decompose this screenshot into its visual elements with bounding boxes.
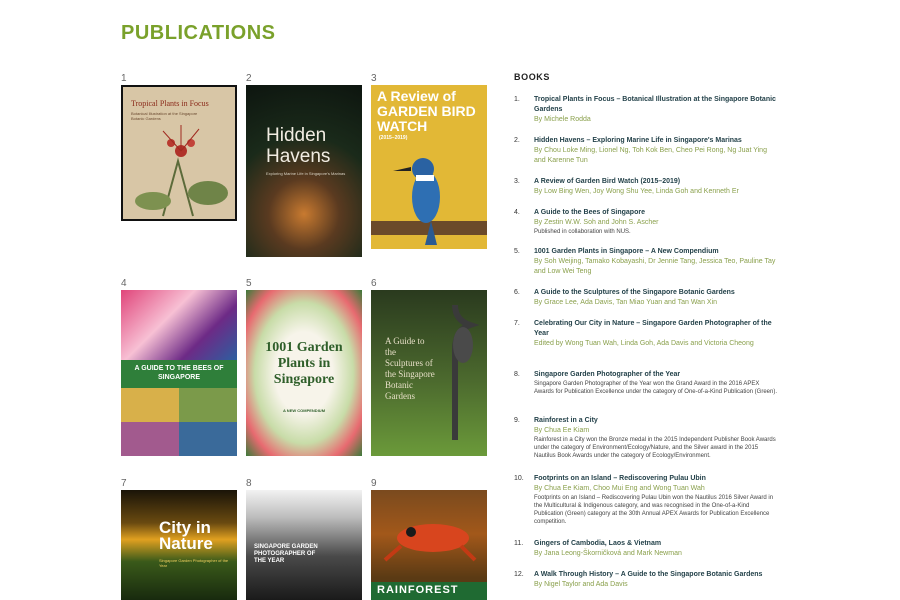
book-title-link[interactable]: Hidden Havens – Exploring Marine Life in… [534, 136, 780, 146]
book-title-link[interactable]: Singapore Garden Photographer of the Yea… [534, 370, 780, 380]
books-section-title: BOOKS [514, 72, 551, 82]
book-author: By Jana Leong-Škorničková and Mark Newma… [534, 550, 682, 557]
flower-illustration [135, 125, 228, 217]
book-description: Singapore Garden Photographer of the Yea… [534, 381, 778, 395]
cover-subtitle: Botanical Illustration at the Singapore … [131, 111, 198, 121]
cover-title: RAINFOREST [377, 584, 459, 596]
book-author: By Michele Rodda [534, 116, 591, 123]
book-list-item: 3. A Review of Garden Bird Watch (2015–2… [514, 177, 780, 197]
book-list-item: 1. Tropical Plants in Focus – Botanical … [514, 95, 780, 125]
cover-number: 9 [371, 478, 377, 489]
book-cover-image[interactable]: City in Nature Singapore Garden Photogra… [121, 490, 237, 600]
cover-title: A Review of GARDEN BIRD WATCH [377, 88, 476, 134]
book-title-link[interactable]: Footprints on an Island – Rediscovering … [534, 474, 780, 484]
book-list-item: 8. Singapore Garden Photographer of the … [514, 370, 780, 396]
book-cover-item[interactable]: 1 Tropical Plants in Focus Botanical Ill… [121, 73, 237, 221]
book-author: By Nigel Taylor and Ada Davis [534, 581, 628, 588]
book-title-link[interactable]: Rainforest in a City [534, 416, 780, 426]
sculpture-illustration [452, 304, 480, 440]
book-number: 12. [514, 571, 524, 578]
cover-number: 5 [246, 278, 252, 289]
book-cover-image[interactable]: A Guide to the Sculptures of the Singapo… [371, 290, 487, 456]
book-author: By Soh Weijing, Tamako Kobayashi, Dr Jen… [534, 258, 776, 275]
book-cover-item[interactable]: 6 A Guide to the Sculptures of the Singa… [371, 278, 487, 456]
book-title-link[interactable]: A Guide to the Bees of Singapore [534, 208, 780, 218]
book-list-item: 2. Hidden Havens – Exploring Marine Life… [514, 136, 780, 166]
cover-title: SINGAPORE GARDEN PHOTOGRAPHER OF THE YEA… [254, 544, 318, 564]
book-list-item: 5. 1001 Garden Plants in Singapore – A N… [514, 247, 780, 277]
book-list-item: 7. Celebrating Our City in Nature – Sing… [514, 319, 780, 349]
book-cover-image[interactable]: Tropical Plants in Focus Botanical Illus… [121, 85, 237, 221]
cover-subtitle: A NEW COMPENDIUM [282, 408, 326, 413]
book-title-link[interactable]: A Review of Garden Bird Watch (2015–2019… [534, 177, 780, 187]
book-title-link[interactable]: A Walk Through History – A Guide to the … [534, 570, 780, 580]
book-author: By Chou Loke Ming, Lionel Ng, Toh Kok Be… [534, 147, 767, 164]
book-cover-item[interactable]: 2 Hidden Havens Exploring Marine Life in… [246, 73, 362, 257]
book-cover-item[interactable]: 7 City in Nature Singapore Garden Photog… [121, 478, 237, 600]
book-list-item: 12. A Walk Through History – A Guide to … [514, 570, 780, 590]
book-description: Rainforest in a City won the Bronze meda… [534, 437, 776, 459]
cover-number: 2 [246, 73, 252, 84]
cover-title: Tropical Plants in Focus [131, 99, 209, 108]
book-number: 11. [514, 540, 524, 547]
book-cover-item[interactable]: 9 RAINFOREST [371, 478, 487, 600]
cover-number: 7 [121, 478, 127, 489]
book-number: 10. [514, 475, 524, 482]
cover-title: City in Nature [159, 518, 213, 553]
book-cover-item[interactable]: 3 A Review of GARDEN BIRD WATCH (2015–20… [371, 73, 487, 249]
book-author: By Chua Ee Kiam [534, 427, 590, 434]
cover-number: 8 [246, 478, 252, 489]
book-number: 3. [514, 178, 520, 185]
cover-subtitle: Singapore Garden Photographer of the Yea… [159, 558, 229, 568]
book-author: By Grace Lee, Ada Davis, Tan Miao Yuan a… [534, 299, 718, 306]
book-cover-image[interactable]: RAINFOREST [371, 490, 487, 600]
book-title-link[interactable]: Gingers of Cambodia, Laos & Vietnam [534, 539, 780, 549]
book-cover-image[interactable]: A Review of GARDEN BIRD WATCH (2015–2019… [371, 85, 487, 249]
book-list-item: 9. Rainforest in a City By Chua Ee Kiam … [514, 416, 780, 460]
cover-subtitle: (2015–2019) [379, 135, 408, 141]
frog-illustration [383, 524, 477, 562]
cover-number: 3 [371, 73, 377, 84]
book-number: 1. [514, 96, 520, 103]
book-cover-image[interactable]: SINGAPORE GARDEN PHOTOGRAPHER OF THE YEA… [246, 490, 362, 600]
book-number: 6. [514, 289, 520, 296]
book-list-item: 4. A Guide to the Bees of Singapore By Z… [514, 208, 780, 236]
cover-title: Hidden Havens [266, 125, 331, 167]
book-author: By Zestin W.W. Soh and John S. Ascher [534, 219, 659, 226]
book-number: 5. [514, 248, 520, 255]
book-cover-image[interactable]: Hidden Havens Exploring Marine Life in S… [246, 85, 362, 257]
book-description: Footprints on an Island – Rediscovering … [534, 495, 774, 525]
book-cover-image[interactable]: A GUIDE TO THE BEES OF SINGAPORE [121, 290, 237, 456]
cover-number: 4 [121, 278, 127, 289]
book-number: 9. [514, 417, 520, 424]
book-title-link[interactable]: Celebrating Our City in Nature – Singapo… [534, 319, 780, 339]
book-author: By Low Bing Wen, Joy Wong Shu Yee, Linda… [534, 188, 739, 195]
page-title: PUBLICATIONS [121, 22, 276, 44]
cover-title: A GUIDE TO THE BEES OF SINGAPORE [134, 365, 224, 381]
book-title-link[interactable]: Tropical Plants in Focus – Botanical Ill… [534, 95, 780, 115]
book-number: 8. [514, 371, 520, 378]
book-list-item: 10. Footprints on an Island – Rediscover… [514, 474, 780, 526]
book-cover-image[interactable]: 1001 Garden Plants in Singapore A NEW CO… [246, 290, 362, 456]
book-title-link[interactable]: 1001 Garden Plants in Singapore – A New … [534, 247, 780, 257]
book-list-item: 6. A Guide to the Sculptures of the Sing… [514, 288, 780, 308]
book-cover-item[interactable]: 8 SINGAPORE GARDEN PHOTOGRAPHER OF THE Y… [246, 478, 362, 600]
book-number: 7. [514, 320, 520, 327]
cover-subtitle: Exploring Marine Life in Singapore's Mar… [266, 171, 346, 176]
book-cover-item[interactable]: 5 1001 Garden Plants in Singapore A NEW … [246, 278, 362, 456]
cover-number: 1 [121, 73, 127, 84]
book-number: 4. [514, 209, 520, 216]
book-description: Published in collaboration with NUS. [534, 229, 631, 235]
cover-number: 6 [371, 278, 377, 289]
cover-title: 1001 Garden Plants in Singapore [265, 340, 343, 387]
book-cover-item[interactable]: 4 A GUIDE TO THE BEES OF SINGAPORE [121, 278, 237, 456]
book-author: Edited by Wong Tuan Wah, Linda Goh, Ada … [534, 340, 754, 347]
book-number: 2. [514, 137, 520, 144]
book-list-item: 11. Gingers of Cambodia, Laos & Vietnam … [514, 539, 780, 559]
book-author: By Chua Ee Kiam, Choo Mui Eng and Wong T… [534, 485, 705, 492]
book-title-link[interactable]: A Guide to the Sculptures of the Singapo… [534, 288, 780, 298]
kingfisher-illustration [371, 158, 487, 245]
